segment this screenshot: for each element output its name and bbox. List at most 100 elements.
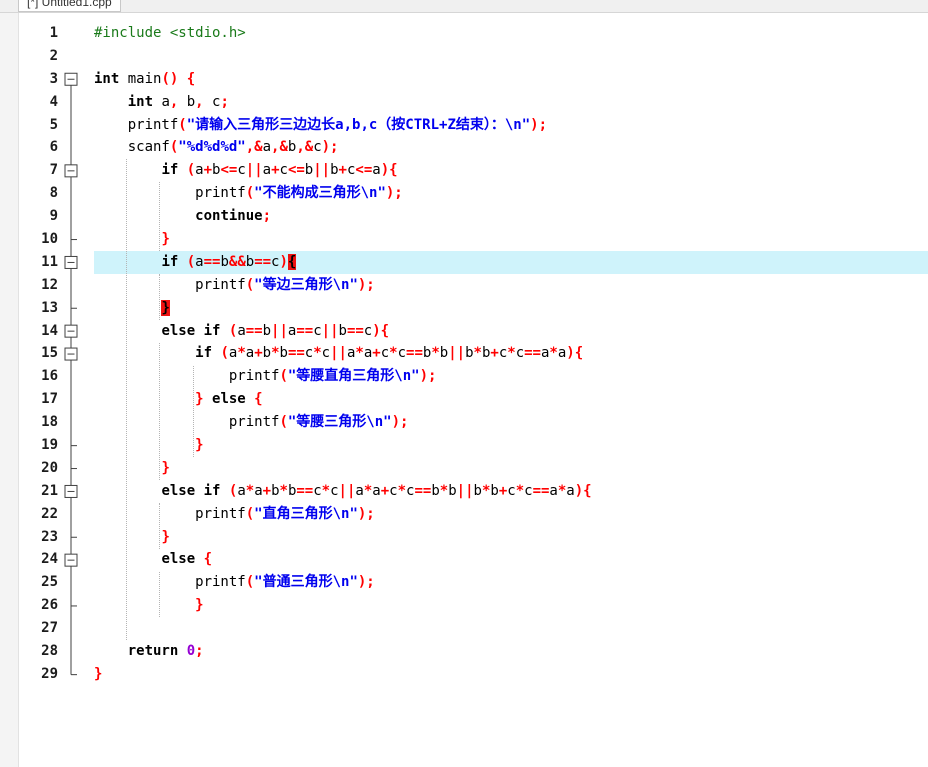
code-text[interactable]: } (94, 594, 928, 617)
code-line[interactable]: 12 printf("等边三角形\n"); (18, 274, 928, 297)
code-token: c (507, 482, 516, 499)
code-line[interactable]: 28 return 0; (18, 640, 928, 663)
code-text[interactable]: } (94, 297, 928, 320)
code-text[interactable]: if (a*a+b*b==c*c||a*a+c*c==b*b||b*b+c*c=… (94, 342, 928, 365)
code-text[interactable]: int main() { (94, 68, 928, 91)
code-line[interactable]: 8 printf("不能构成三角形\n"); (18, 182, 928, 205)
code-line[interactable]: 25 printf("普通三角形\n"); (18, 571, 928, 594)
code-text[interactable]: } (94, 526, 928, 549)
code-text[interactable]: scanf("%d%d%d",&a,&b,&c); (94, 136, 928, 159)
code-text[interactable]: } (94, 434, 928, 457)
code-token: } (94, 665, 103, 682)
code-token: ); (530, 116, 548, 133)
code-token: * (245, 482, 255, 499)
code-token: "等边三角形\n" (254, 276, 358, 293)
code-token: int (94, 70, 120, 87)
code-line[interactable]: 20 } (18, 457, 928, 480)
code-line[interactable]: 18 printf("等腰三角形\n"); (18, 411, 928, 434)
code-text[interactable]: } (94, 457, 928, 480)
tab-untitled1-cpp[interactable]: [*] Untitled1.cpp (18, 0, 121, 12)
code-text[interactable]: else if (a*a+b*b==c*c||a*a+c*c==b*b||b*b… (94, 480, 928, 503)
code-text[interactable]: printf("普通三角形\n"); (94, 571, 928, 594)
code-line[interactable]: 24 else { (18, 548, 928, 571)
code-line[interactable]: 29} (18, 663, 928, 686)
code-line[interactable]: 15 if (a*a+b*b==c*c||a*a+c*c==b*b||b*b+c… (18, 342, 928, 365)
code-line[interactable]: 3 int main() { (18, 68, 928, 91)
code-line[interactable]: 17 } else { (18, 388, 928, 411)
code-token: a (153, 93, 170, 110)
code-token: + (338, 162, 347, 179)
code-token: () { (161, 70, 196, 87)
code-line[interactable]: 5 printf("请输入三角形三边边长a,b,c（按CTRL+Z结束）：\n"… (18, 114, 928, 137)
code-text[interactable] (94, 617, 928, 640)
line-number: 9 (49, 208, 58, 225)
code-text[interactable]: printf("请输入三角形三边边长a,b,c（按CTRL+Z结束）：\n"); (94, 114, 928, 137)
code-text[interactable]: } else { (94, 388, 928, 411)
code-token: ( (245, 276, 255, 293)
code-text[interactable]: printf("等腰直角三角形\n"); (94, 365, 928, 388)
code-line[interactable]: 22 printf("直角三角形\n"); (18, 503, 928, 526)
code-token: ); (385, 185, 403, 202)
code-token: main (119, 70, 162, 87)
code-line[interactable]: 7 if (a+b<=c||a+c<=b||b+c<=a){ (18, 159, 928, 182)
code-token: ){ (380, 162, 398, 179)
code-text[interactable]: #include <stdio.h> (94, 22, 928, 45)
code-token: ) (279, 253, 288, 270)
code-token: * (321, 482, 331, 499)
code-text[interactable]: } (94, 663, 928, 686)
code-text[interactable]: int a, b, c; (94, 91, 928, 114)
code-line[interactable]: 14 else if (a==b||a==c||b==c){ (18, 320, 928, 343)
code-line[interactable]: 21 else if (a*a+b*b==c*c||a*a+c*c==b*b||… (18, 480, 928, 503)
code-line[interactable]: 19 } (18, 434, 928, 457)
code-token: c (279, 162, 288, 179)
code-token: "等腰直角三角形\n" (287, 368, 420, 385)
code-text[interactable]: return 0; (94, 640, 928, 663)
line-number: 15 (41, 345, 58, 362)
code-text[interactable]: } (94, 228, 928, 251)
code-text[interactable]: if (a==b&&b==c){ (94, 250, 928, 274)
code-token: a (254, 482, 263, 499)
code-line[interactable]: 1 #include <stdio.h> (18, 22, 928, 45)
code-line[interactable]: 13 } (18, 297, 928, 320)
code-token: c (380, 345, 390, 362)
code-line[interactable]: 6 scanf("%d%d%d",&a,&b,&c); (18, 136, 928, 159)
code-line[interactable]: 11 if (a==b&&b==c){ (18, 250, 928, 274)
line-number: 25 (41, 574, 58, 591)
code-token: 0 (186, 643, 196, 660)
code-line[interactable]: 9 continue; (18, 205, 928, 228)
code-token: + (271, 162, 280, 179)
code-token: { (287, 253, 297, 270)
code-text[interactable]: else if (a==b||a==c||b==c){ (94, 320, 928, 343)
code-text[interactable]: printf("不能构成三角形\n"); (94, 182, 928, 205)
code-line[interactable]: 26 } (18, 594, 928, 617)
code-token: ){ (566, 345, 584, 362)
code-line[interactable]: 2 (18, 45, 928, 68)
code-token: + (372, 345, 381, 362)
code-text[interactable]: else { (94, 548, 928, 571)
code-editor[interactable]: 1 #include <stdio.h> 2 3 int main() {4 int a… (18, 13, 928, 767)
code-line[interactable]: 23 } (18, 526, 928, 549)
tab-bar: [*] Untitled1.cpp (0, 0, 928, 13)
code-token: * (431, 345, 440, 362)
code-token: } (161, 459, 170, 476)
code-line[interactable]: 27 (18, 617, 928, 640)
line-number: 11 (41, 253, 58, 270)
code-text[interactable]: printf("直角三角形\n"); (94, 503, 928, 526)
code-text[interactable]: printf("等腰三角形\n"); (94, 411, 928, 434)
code-token: ( (245, 574, 255, 591)
code-token: b (465, 345, 474, 362)
code-text[interactable]: if (a+b<=c||a+c<=b||b+c<=a){ (94, 159, 928, 182)
code-text[interactable]: printf("等边三角形\n"); (94, 274, 928, 297)
code-token: a (195, 162, 204, 179)
code-token: "%d%d%d" (178, 139, 246, 156)
code-text[interactable]: continue; (94, 205, 928, 228)
code-line[interactable]: 4 int a, b, c; (18, 91, 928, 114)
left-gutter-strip (0, 13, 19, 767)
code-token: c (313, 322, 322, 339)
code-text[interactable] (94, 45, 928, 68)
code-line[interactable]: 10 } (18, 228, 928, 251)
code-token: + (203, 162, 213, 179)
code-token: } (195, 391, 204, 408)
code-line[interactable]: 16 printf("等腰直角三角形\n"); (18, 365, 928, 388)
